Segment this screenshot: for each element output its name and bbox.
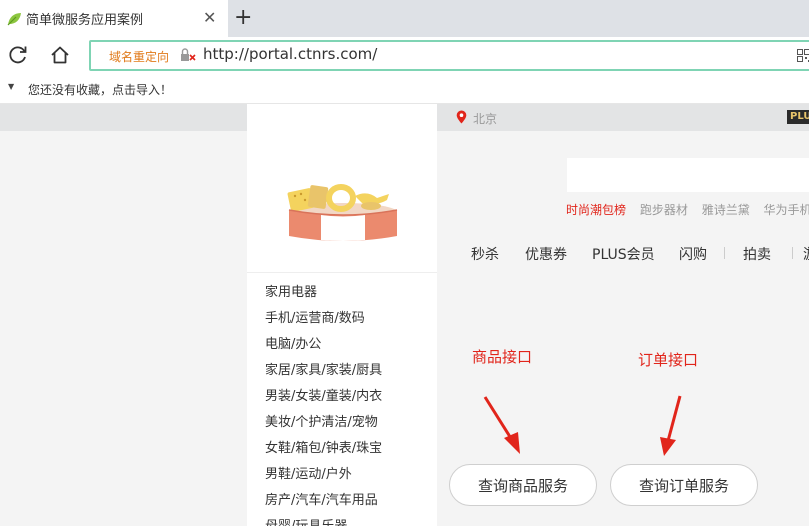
reload-icon[interactable]	[6, 43, 30, 67]
category-item[interactable]: 电脑/办公	[265, 332, 382, 358]
caret-down-icon[interactable]: ▼	[8, 82, 14, 91]
address-bar[interactable]: 域名重定向 http://portal.ctnrs.com/	[89, 40, 809, 71]
hotword-link[interactable]: 跑步器材	[640, 203, 688, 217]
category-panel: 家用电器 手机/运营商/数码 电脑/办公 家居/家具/家装/厨具 男装/女装/童…	[247, 104, 437, 526]
category-item[interactable]: 母婴/玩具乐器	[265, 514, 382, 526]
category-item[interactable]: 男鞋/运动/户外	[265, 462, 382, 488]
nav-item-coupon[interactable]: 优惠券	[525, 244, 567, 264]
category-item[interactable]: 美妆/个护清洁/宠物	[265, 410, 382, 436]
bookmark-import-link[interactable]: 您还没有收藏，点击导入！	[28, 81, 172, 98]
location-text[interactable]: 北京	[473, 110, 497, 127]
arrow-down-icon	[660, 395, 682, 456]
category-item[interactable]: 家用电器	[265, 280, 382, 306]
nav-item-auction[interactable]: 拍卖	[743, 244, 771, 264]
hotword-link[interactable]: 时尚潮包榜	[566, 203, 626, 217]
tab-title: 简单微服务应用案例	[26, 13, 144, 28]
new-tab-button[interactable]: +	[234, 6, 252, 30]
browser-tab[interactable]: 简单微服务应用案例 ✕	[0, 0, 228, 37]
bookmarks-bar: ▼ 您还没有收藏，点击导入！	[0, 74, 809, 104]
tab-bar: 简单微服务应用案例 ✕ +	[0, 0, 809, 37]
home-icon[interactable]	[48, 43, 72, 67]
snack-box-logo[interactable]	[285, 176, 401, 242]
hotword-link[interactable]: 华为手机	[764, 203, 809, 217]
close-icon[interactable]: ✕	[203, 8, 216, 28]
nav-divider	[792, 247, 793, 259]
category-item[interactable]: 女鞋/箱包/钟表/珠宝	[265, 436, 382, 462]
category-item[interactable]: 手机/运营商/数码	[265, 306, 382, 332]
security-warning-icon[interactable]	[179, 47, 197, 63]
nav-divider	[724, 247, 725, 259]
search-input[interactable]	[567, 158, 809, 192]
category-item[interactable]: 家居/家具/家装/厨具	[265, 358, 382, 384]
order-api-annotation: 订单接口	[638, 351, 699, 369]
qr-code-icon[interactable]	[797, 49, 809, 62]
browser-toolbar: 域名重定向 http://portal.ctnrs.com/	[0, 37, 809, 74]
url-text[interactable]: http://portal.ctnrs.com/	[203, 45, 377, 63]
product-api-annotation: 商品接口	[472, 348, 533, 366]
category-item[interactable]: 房产/汽车/汽车用品	[265, 488, 382, 514]
nav-item-flash[interactable]: 闪购	[679, 244, 707, 264]
category-item[interactable]: 男装/女装/童装/内衣	[265, 384, 382, 410]
logo-area	[247, 104, 437, 273]
redirect-label[interactable]: 域名重定向	[109, 48, 169, 65]
category-list: 家用电器 手机/运营商/数码 电脑/办公 家居/家具/家装/厨具 男装/女装/童…	[265, 280, 382, 526]
query-order-button[interactable]: 查询订单服务	[610, 464, 758, 506]
query-product-button[interactable]: 查询商品服务	[449, 464, 597, 506]
location-pin-icon	[456, 110, 467, 124]
arrow-down-right-icon	[483, 396, 520, 454]
nav-item-seckill[interactable]: 秒杀	[471, 244, 499, 264]
nav-item-plus[interactable]: PLUS会员	[592, 244, 655, 264]
nav-item-travel[interactable]: 游	[803, 244, 809, 264]
hotword-link[interactable]: 雅诗兰黛	[702, 203, 750, 217]
leaf-icon	[7, 13, 21, 26]
page-content: 北京 PLU 家用电器 手机/运营商/数码 电脑/办公 家居/家具/家装/厨具 …	[0, 104, 809, 526]
plus-badge[interactable]: PLU	[787, 110, 809, 124]
hotwords-bar: 时尚潮包榜 跑步器材 雅诗兰黛 华为手机	[566, 201, 809, 218]
